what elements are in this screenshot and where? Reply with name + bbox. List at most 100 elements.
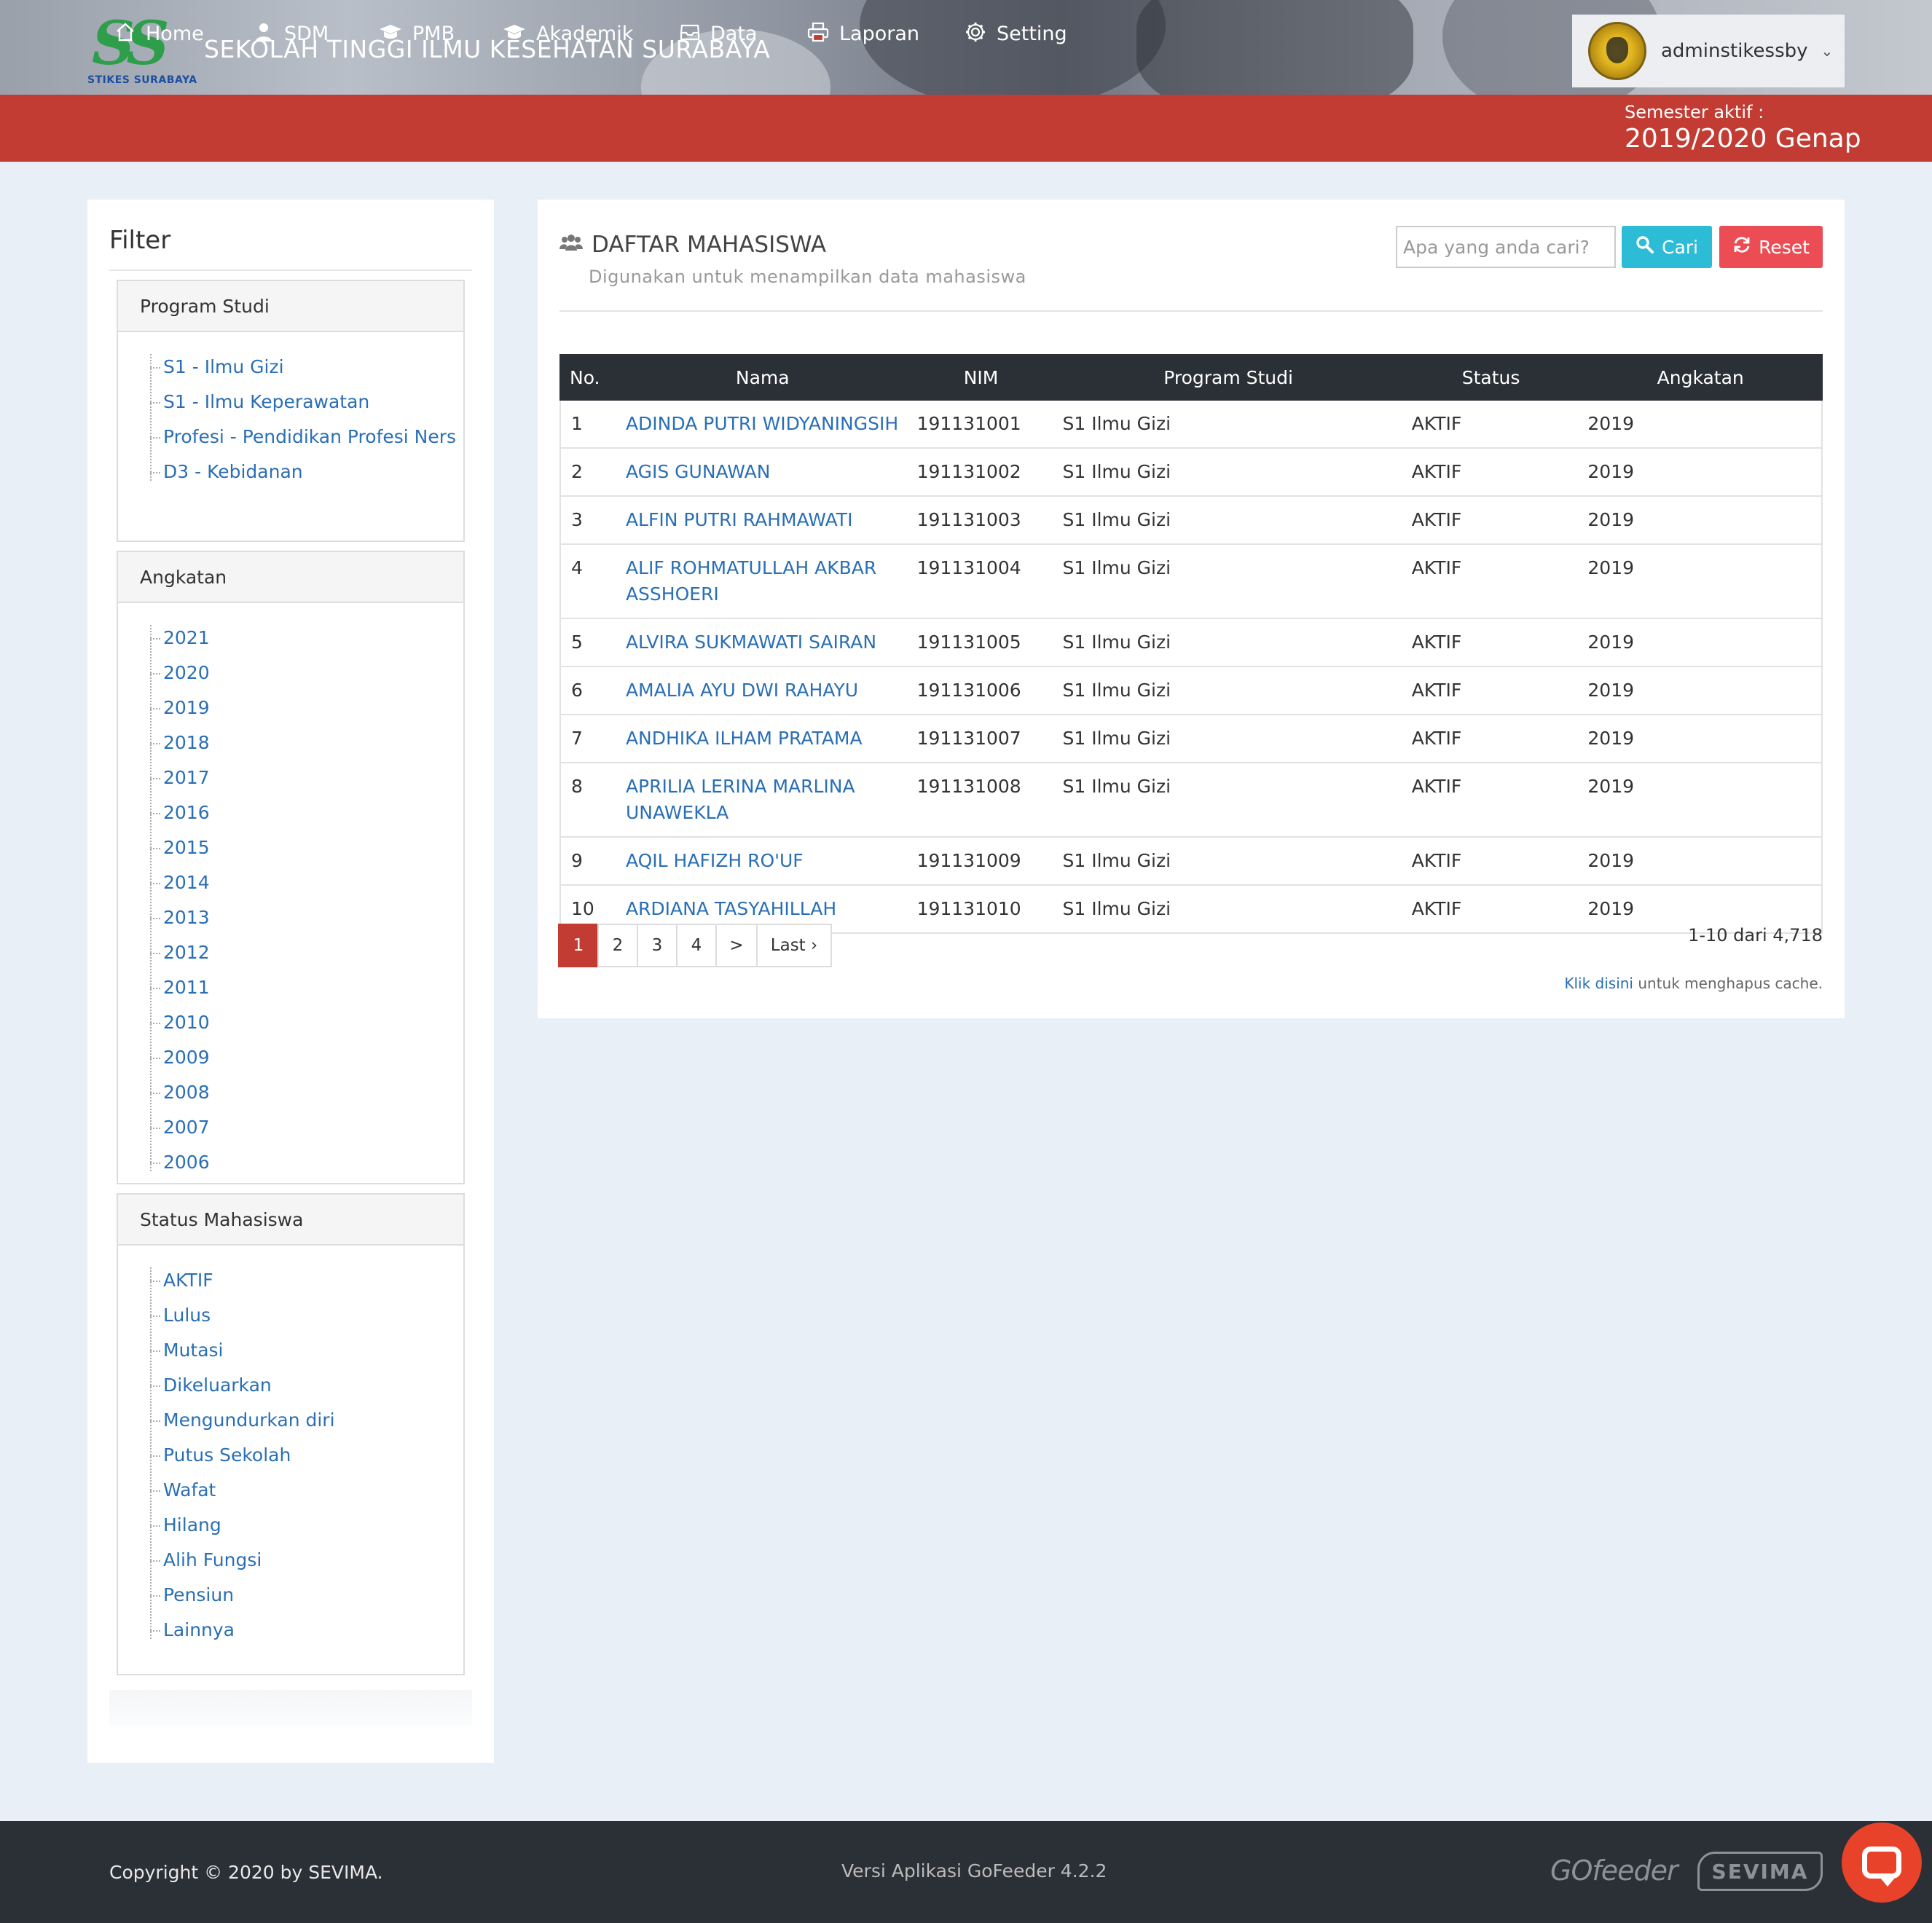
app-version: Versi Aplikasi GoFeeder 4.2.2 [841, 1860, 1107, 1881]
nav-data[interactable]: Data [680, 0, 757, 67]
graduation-cap-icon [379, 23, 402, 45]
reset-button[interactable]: Reset [1719, 226, 1823, 268]
nav-laporan[interactable]: Laporan [807, 0, 919, 67]
filter-option[interactable]: 2016 [150, 800, 463, 826]
cell-program-studi: S1 Ilmu Gizi [1053, 618, 1403, 666]
filter-option[interactable]: 2012 [150, 940, 463, 966]
page-link[interactable]: 4 [676, 924, 717, 967]
filter-option[interactable]: 2013 [150, 905, 463, 931]
filter-option[interactable]: Lulus [150, 1302, 463, 1329]
pagination: 1 2 3 4 > Last › [558, 924, 832, 967]
filter-option[interactable]: AKTIF [150, 1267, 463, 1294]
cell-angkatan: 2019 [1579, 399, 1823, 448]
nav-setting[interactable]: Setting [965, 0, 1067, 67]
column-header[interactable]: Nama [616, 354, 909, 401]
page-link[interactable]: 2 [597, 924, 638, 967]
filter-option[interactable]: 2018 [150, 730, 463, 756]
filter-option[interactable]: Profesi - Pendidikan Profesi Ners [150, 424, 463, 450]
avatar [1588, 22, 1646, 80]
filter-option[interactable]: Mutasi [150, 1337, 463, 1364]
filter-sidebar: Filter Program Studi S1 - Ilmu Gizi S1 - … [87, 200, 494, 1763]
filter-option[interactable]: D3 - Kebidanan [150, 459, 463, 485]
filter-option[interactable]: 2009 [150, 1045, 463, 1071]
filter-option[interactable]: 2019 [150, 695, 463, 721]
filter-option[interactable]: 2011 [150, 975, 463, 1001]
table-row: 7 ANDHIKA ILHAM PRATAMA 191131007 S1 Ilmu G… [559, 714, 1823, 763]
filter-option[interactable]: Alih Fungsi [150, 1547, 463, 1573]
cell-nama[interactable]: ALFIN PUTRI RAHMAWATI [616, 495, 908, 544]
cell-angkatan: 2019 [1579, 762, 1823, 837]
search-input[interactable] [1396, 226, 1616, 268]
filter-option[interactable]: Wafat [150, 1477, 463, 1503]
nav-label: Akademik [536, 22, 634, 45]
cell-nama[interactable]: ANDHIKA ILHAM PRATAMA [616, 714, 908, 763]
filter-option[interactable]: 2020 [150, 660, 463, 686]
page-link[interactable]: Last › [756, 924, 832, 967]
chat-button[interactable] [1842, 1822, 1922, 1903]
status-tree: AKTIF Lulus Mutasi Dikeluarkan Mengundurkan … [150, 1246, 463, 1643]
nav-sdm[interactable]: SDM [254, 0, 329, 67]
divider [559, 310, 1823, 312]
filter-option[interactable]: Mengundurkan diri [150, 1407, 463, 1434]
filter-option[interactable]: Putus Sekolah [150, 1442, 463, 1468]
filter-option[interactable]: Lainnya [150, 1617, 463, 1643]
cell-nama[interactable]: ALIF ROHMATULLAH AKBAR ASSHOERI [616, 543, 908, 618]
filter-option[interactable]: 2017 [150, 765, 463, 791]
cell-status: AKTIF [1402, 762, 1579, 837]
filter-option[interactable]: Pensiun [150, 1582, 463, 1608]
filter-option[interactable]: 2015 [150, 835, 463, 861]
cell-nama[interactable]: AGIS GUNAWAN [616, 447, 908, 496]
cell-program-studi: S1 Ilmu Gizi [1053, 884, 1403, 934]
filter-option[interactable]: 2007 [150, 1114, 463, 1141]
page-link[interactable]: 1 [558, 924, 599, 967]
cell-status: AKTIF [1402, 666, 1579, 715]
column-header[interactable]: No. [559, 354, 618, 401]
filter-option[interactable]: 2008 [150, 1080, 463, 1106]
cell-program-studi: S1 Ilmu Gizi [1053, 714, 1403, 763]
table-row: 3 ALFIN PUTRI RAHMAWATI 191131003 S1 Ilmu G… [559, 495, 1823, 544]
cell-no: 4 [559, 543, 617, 618]
cell-no: 9 [559, 836, 617, 885]
cell-angkatan: 2019 [1579, 666, 1823, 715]
nav-akademik[interactable]: Akademik [503, 0, 633, 67]
page-subtitle: Digunakan untuk menampilkan data mahasis… [589, 267, 1026, 287]
filter-option[interactable]: 2010 [150, 1010, 463, 1036]
table-row: 1 ADINDA PUTRI WIDYANINGSIH 191131001 S1 Il… [559, 399, 1823, 448]
column-header[interactable]: Program Studi [1053, 354, 1404, 401]
filter-title: Filter [109, 226, 171, 255]
users-icon [559, 233, 583, 257]
column-header[interactable]: NIM [907, 354, 1055, 401]
cell-nama[interactable]: ALVIRA SUKMAWATI SAIRAN [616, 618, 908, 666]
filter-option[interactable]: 2006 [150, 1149, 463, 1176]
cache-note-text: untuk menghapus cache. [1638, 975, 1823, 992]
search-button[interactable]: Cari [1622, 226, 1712, 268]
cell-nim: 191131008 [908, 762, 1054, 837]
filter-option[interactable]: 2021 [150, 625, 463, 651]
filter-option[interactable]: Dikeluarkan [150, 1372, 463, 1399]
graduation-cap-icon [503, 23, 526, 45]
cell-status: AKTIF [1402, 495, 1579, 544]
nav-home[interactable]: Home [115, 0, 204, 67]
filter-option[interactable]: Hilang [150, 1512, 463, 1538]
chevron-down-icon: ⌄ [1821, 42, 1834, 60]
cell-status: AKTIF [1402, 543, 1579, 618]
cell-nama[interactable]: APRILIA LERINA MARLINA UNAWEKLA [616, 762, 908, 837]
cell-nama[interactable]: ADINDA PUTRI WIDYANINGSIH [616, 399, 908, 448]
column-header[interactable]: Angkatan [1578, 354, 1823, 401]
cell-status: AKTIF [1402, 884, 1579, 934]
page-link[interactable]: 3 [637, 924, 678, 967]
cell-nim: 191131005 [908, 618, 1054, 666]
filter-option[interactable]: S1 - Ilmu Keperawatan [150, 389, 463, 415]
user-menu[interactable]: adminstikessby ⌄ [1572, 15, 1845, 87]
cell-nama[interactable]: AMALIA AYU DWI RAHAYU [616, 666, 908, 715]
nav-pmb[interactable]: PMB [379, 0, 455, 67]
copyright: Copyright © 2020 by SEVIMA. [109, 1862, 383, 1883]
cell-program-studi: S1 Ilmu Gizi [1053, 495, 1403, 544]
filter-option[interactable]: 2014 [150, 870, 463, 896]
search-icon [1635, 235, 1654, 259]
cell-nama[interactable]: AQIL HAFIZH RO'UF [616, 836, 908, 885]
clear-cache-link[interactable]: Klik disini [1564, 975, 1633, 992]
filter-option[interactable]: S1 - Ilmu Gizi [150, 354, 463, 380]
column-header[interactable]: Status [1402, 354, 1580, 401]
page-link[interactable]: > [715, 924, 758, 967]
